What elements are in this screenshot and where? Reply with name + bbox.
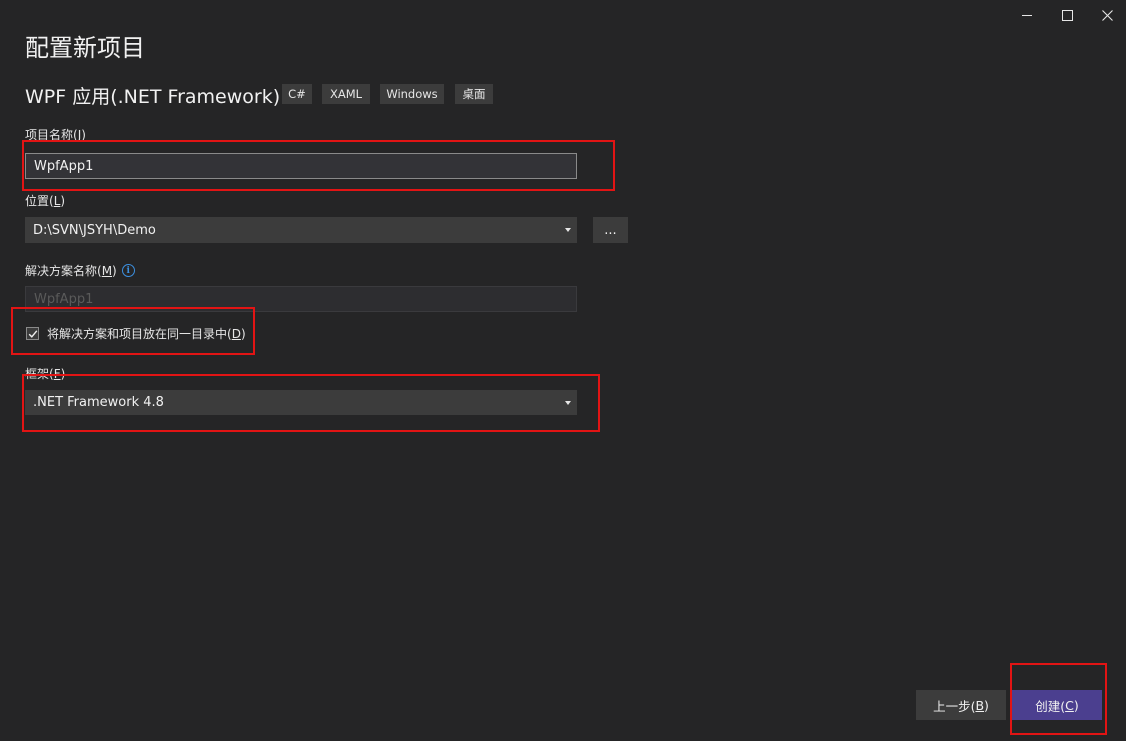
template-name: WPF 应用(.NET Framework) [25,86,281,108]
maximize-icon [1061,9,1073,21]
close-button[interactable] [1084,0,1126,30]
tag-csharp: C# [282,84,312,104]
browse-button[interactable]: ... [593,217,628,243]
browse-label: ... [604,222,617,238]
highlight-box-create [1010,663,1107,735]
minimize-icon [1022,14,1032,16]
location-value: D:\SVN\JSYH\Demo [33,222,156,238]
tag-desktop: 桌面 [455,84,493,104]
tag-xaml: XAML [322,84,370,104]
highlight-box-framework [22,374,600,432]
solution-name-label: 解决方案名称(M) i [25,262,135,279]
page-title: 配置新项目 [25,34,145,62]
highlight-box-project-name [22,140,615,191]
location-combobox[interactable]: D:\SVN\JSYH\Demo [25,217,577,243]
highlight-box-same-dir [11,307,255,355]
back-button[interactable]: 上一步(B) [916,690,1006,720]
location-label: 位置(L) [25,194,66,208]
close-icon [1101,9,1113,21]
solution-name-value: WpfApp1 [34,291,94,307]
info-icon[interactable]: i [121,264,135,277]
tag-windows: Windows [380,84,444,104]
chevron-down-icon[interactable] [565,228,571,232]
